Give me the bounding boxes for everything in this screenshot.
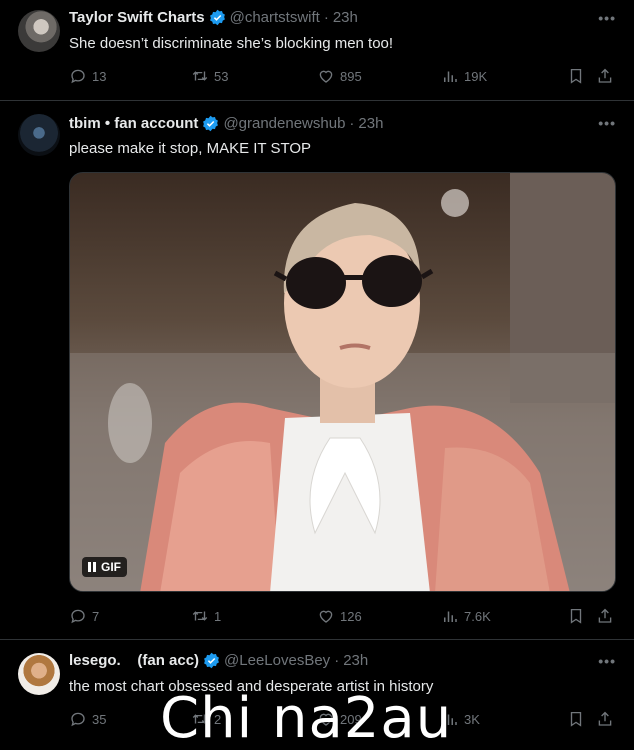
like-count: 895 bbox=[340, 68, 362, 84]
reply-button[interactable]: 13 bbox=[69, 67, 106, 85]
views-button[interactable]: 19K bbox=[441, 67, 487, 85]
reply-icon bbox=[69, 67, 87, 85]
reply-button[interactable]: 35 bbox=[69, 710, 106, 728]
tweet-header: lesego. (fan acc) @LeeLovesBey · 23h bbox=[69, 652, 368, 669]
timestamp[interactable]: 23h bbox=[333, 9, 358, 26]
like-icon bbox=[317, 67, 335, 85]
like-button[interactable]: 126 bbox=[317, 607, 362, 625]
like-button[interactable]: 895 bbox=[317, 67, 362, 85]
avatar[interactable] bbox=[18, 10, 60, 52]
share-button[interactable] bbox=[596, 710, 614, 728]
tweet-text: please make it stop, MAKE IT STOP bbox=[69, 140, 312, 157]
tweet-text: She doesn’t discriminate she’s blocking … bbox=[69, 35, 394, 52]
reply-icon bbox=[69, 710, 87, 728]
separator: · bbox=[349, 115, 355, 132]
share-button[interactable] bbox=[596, 67, 614, 85]
verified-badge-icon bbox=[209, 9, 226, 26]
avatar[interactable] bbox=[18, 114, 60, 156]
retweet-icon bbox=[191, 67, 209, 85]
views-icon bbox=[441, 607, 459, 625]
display-name[interactable]: lesego. (fan acc) bbox=[69, 652, 199, 669]
display-name[interactable]: Taylor Swift Charts bbox=[69, 9, 205, 26]
retweet-icon bbox=[191, 607, 209, 625]
tweet-header: Taylor Swift Charts @chartstswift · 23h bbox=[69, 9, 358, 26]
tweet[interactable]: tbim • fan account @grandenewshub · 23h … bbox=[0, 101, 634, 640]
separator: · bbox=[334, 652, 340, 669]
bookmark-button[interactable] bbox=[567, 67, 585, 85]
retweet-count: 53 bbox=[214, 68, 229, 84]
tweet-actions: 7 1 126 7.6K bbox=[69, 607, 616, 627]
verified-badge-icon bbox=[203, 652, 220, 669]
reply-count: 35 bbox=[92, 711, 107, 727]
like-count: 126 bbox=[340, 608, 362, 624]
tweet-actions: 13 53 895 19K bbox=[69, 67, 616, 87]
share-icon bbox=[596, 67, 614, 85]
more-options-icon[interactable]: ••• bbox=[598, 10, 616, 26]
avatar[interactable] bbox=[18, 653, 60, 695]
user-handle[interactable]: @grandenewshub bbox=[223, 115, 345, 132]
bookmark-button[interactable] bbox=[567, 710, 585, 728]
reply-icon bbox=[69, 607, 87, 625]
display-name[interactable]: tbim • fan account bbox=[69, 115, 198, 132]
gif-frame-image bbox=[70, 173, 615, 591]
timestamp[interactable]: 23h bbox=[358, 115, 383, 132]
like-icon bbox=[317, 607, 335, 625]
reply-count: 13 bbox=[92, 68, 107, 84]
retweet-button[interactable]: 53 bbox=[191, 67, 228, 85]
separator: · bbox=[323, 9, 329, 26]
tweet-header: tbim • fan account @grandenewshub · 23h bbox=[69, 115, 383, 132]
bookmark-icon bbox=[567, 607, 585, 625]
watermark-text: Chi na2au bbox=[160, 686, 453, 750]
user-handle[interactable]: @chartstswift bbox=[230, 9, 320, 26]
tweet[interactable]: Taylor Swift Charts @chartstswift · 23h … bbox=[0, 0, 634, 101]
views-icon bbox=[441, 67, 459, 85]
gif-toggle-button[interactable]: GIF bbox=[82, 557, 127, 577]
more-options-icon[interactable]: ••• bbox=[598, 115, 616, 131]
share-icon bbox=[596, 607, 614, 625]
bookmark-icon bbox=[567, 67, 585, 85]
more-options-icon[interactable]: ••• bbox=[598, 653, 616, 669]
bookmark-icon bbox=[567, 710, 585, 728]
share-icon bbox=[596, 710, 614, 728]
verified-badge-icon bbox=[202, 115, 219, 132]
pause-icon bbox=[88, 562, 96, 572]
reply-button[interactable]: 7 bbox=[69, 607, 99, 625]
reply-count: 7 bbox=[92, 608, 100, 624]
bookmark-button[interactable] bbox=[567, 607, 585, 625]
retweet-count: 1 bbox=[214, 608, 222, 624]
gif-label: GIF bbox=[101, 560, 121, 574]
timestamp[interactable]: 23h bbox=[343, 652, 368, 669]
user-handle[interactable]: @LeeLovesBey bbox=[224, 652, 330, 669]
gif-media[interactable]: GIF bbox=[69, 172, 616, 592]
view-count: 19K bbox=[464, 68, 488, 84]
view-count: 3K bbox=[464, 711, 480, 727]
share-button[interactable] bbox=[596, 607, 614, 625]
views-button[interactable]: 7.6K bbox=[441, 607, 491, 625]
view-count: 7.6K bbox=[464, 608, 491, 624]
retweet-button[interactable]: 1 bbox=[191, 607, 221, 625]
